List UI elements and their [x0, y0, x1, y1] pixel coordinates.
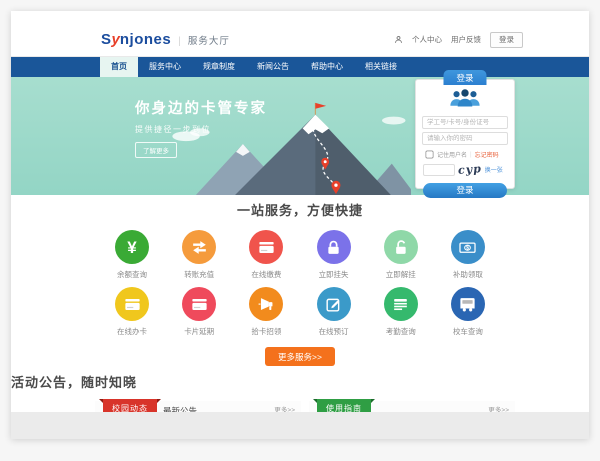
logo-tagline: 服务大厅	[188, 33, 230, 47]
users-icon	[443, 88, 487, 113]
service-item-report-loss[interactable]: 立即挂失	[304, 230, 364, 280]
login-panel: 登录 记住用户名 | 忘记密码 cyp 换一张 登录	[415, 79, 515, 189]
transfer-arrows-icon	[190, 238, 209, 257]
banknote-icon: $	[458, 238, 477, 257]
topbar-links: 个人中心 用户反馈 登录	[394, 32, 523, 48]
captcha-row: cyp 换一张	[416, 163, 514, 176]
bank-card-icon	[190, 295, 209, 314]
service-item-lost-found[interactable]: 拾卡招领	[236, 287, 296, 337]
remember-checkbox[interactable]	[426, 151, 434, 159]
bank-card-icon	[257, 238, 276, 257]
list-icon	[391, 295, 410, 314]
service-item-school-bus[interactable]: 校车查询	[438, 287, 498, 337]
service-item-online-booking[interactable]: 在线预订	[304, 287, 364, 337]
forgot-password-link[interactable]: 忘记密码	[475, 150, 499, 159]
logo-text-rest: njones	[120, 31, 171, 48]
bus-icon	[458, 295, 477, 314]
captcha-refresh-link[interactable]: 换一张	[485, 165, 503, 174]
svg-text:$: $	[467, 245, 470, 251]
below-fold-background	[11, 412, 589, 439]
remember-label: 记住用户名	[437, 150, 467, 159]
hero-subtitle: 提供捷径一步到位	[135, 124, 267, 135]
lock-icon	[324, 238, 343, 257]
remember-row: 记住用户名 | 忘记密码	[416, 148, 514, 161]
logo-accent: y	[112, 31, 120, 48]
nav-item-home[interactable]: 首页	[100, 57, 138, 77]
service-item-attendance[interactable]: 考勤查询	[371, 287, 431, 337]
unlock-icon	[391, 238, 410, 257]
nav-item-rules[interactable]: 规章制度	[192, 57, 246, 77]
services-section: 一站服务，方便快捷 ¥ 余额查询 转账充值 在线缴费	[11, 195, 589, 365]
map-pin-icon	[331, 181, 340, 194]
feedback-link[interactable]: 用户反馈	[451, 34, 481, 45]
service-item-payment[interactable]: 在线缴费	[236, 230, 296, 280]
login-submit-button[interactable]: 登录	[423, 183, 507, 198]
hero-banner: 你身边的卡管专家 提供捷径一步到位 了解更多 登录	[11, 77, 589, 195]
nav-item-links[interactable]: 相关链接	[354, 57, 408, 77]
service-item-subsidy[interactable]: $ 补助领取	[438, 230, 498, 280]
hero-text: 你身边的卡管专家 提供捷径一步到位 了解更多	[135, 97, 267, 158]
nav-item-service-center[interactable]: 服务中心	[138, 57, 192, 77]
service-item-balance[interactable]: ¥ 余额查询	[102, 230, 162, 280]
map-pin-icon	[321, 158, 329, 170]
nav-item-news[interactable]: 新闻公告	[246, 57, 300, 77]
person-icon	[394, 35, 403, 44]
services-row: ¥ 余额查询 转账充值 在线缴费 立即挂失	[102, 230, 498, 280]
logo-divider: |	[178, 36, 181, 47]
more-services-button[interactable]: 更多服务>>	[265, 347, 335, 366]
service-item-cancel-loss[interactable]: 立即解挂	[371, 230, 431, 280]
service-item-transfer[interactable]: 转账充值	[169, 230, 229, 280]
captcha-image[interactable]: cyp	[458, 162, 483, 177]
personal-center-link[interactable]: 个人中心	[412, 34, 442, 45]
megaphone-icon	[257, 295, 276, 314]
yen-icon: ¥	[127, 239, 136, 256]
services-row: 在线办卡 卡片延期 拾卡招领 在线预订	[102, 287, 498, 337]
edit-icon	[324, 295, 343, 314]
page: Synjones | 服务大厅 个人中心 用户反馈 登录 首页 服务中心 规章制…	[11, 11, 589, 439]
bank-card-icon	[123, 295, 142, 314]
hero-cta-button[interactable]: 了解更多	[135, 142, 177, 158]
service-item-new-card[interactable]: 在线办卡	[102, 287, 162, 337]
service-item-card-renew[interactable]: 卡片延期	[169, 287, 229, 337]
services-title: 一站服务，方便快捷	[11, 200, 589, 219]
logo-text: S	[101, 31, 112, 48]
site-header: Synjones | 服务大厅 个人中心 用户反馈 登录	[11, 11, 589, 57]
login-tab[interactable]: 登录	[443, 70, 486, 85]
logo[interactable]: Synjones | 服务大厅	[101, 31, 230, 48]
announcements-title: 活动公告，随时知晓	[11, 372, 589, 391]
nav-item-help[interactable]: 帮助中心	[300, 57, 354, 77]
hero-title: 你身边的卡管专家	[135, 97, 267, 118]
captcha-input[interactable]	[423, 164, 455, 176]
top-login-button[interactable]: 登录	[490, 32, 523, 48]
main-nav: 首页 服务中心 规章制度 新闻公告 帮助中心 相关链接	[11, 57, 589, 77]
password-input[interactable]	[422, 132, 508, 145]
username-input[interactable]	[422, 116, 508, 129]
